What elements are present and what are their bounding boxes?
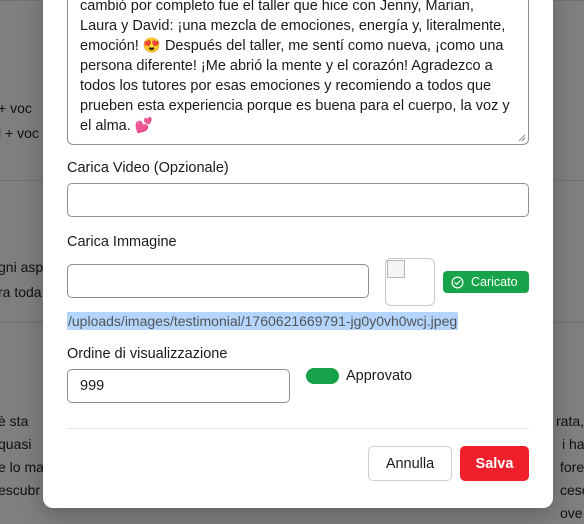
video-upload-field[interactable]: [67, 183, 529, 217]
testimonial-edit-modal: cambió por completo fue el taller que hi…: [43, 0, 553, 508]
image-upload-field[interactable]: [67, 264, 369, 298]
broken-image-icon: [387, 260, 405, 278]
image-preview: [385, 258, 435, 306]
image-path: /uploads/images/testimonial/176062166979…: [67, 312, 459, 330]
footer-divider: [67, 428, 529, 429]
image-upload-label: Carica Immagine: [67, 234, 177, 250]
display-order-label: Ordine di visualizzazione: [67, 346, 228, 362]
display-order-input[interactable]: 999: [67, 369, 290, 403]
video-upload-label: Carica Video (Opzionale): [67, 160, 229, 176]
save-button[interactable]: Salva: [460, 446, 529, 481]
testimonial-text: cambió por completo fue el taller que hi…: [80, 0, 510, 134]
approved-label: Approvato: [346, 368, 413, 384]
cancel-button[interactable]: Annulla: [368, 446, 452, 481]
upload-status-text: Caricato: [471, 275, 518, 289]
resize-handle-icon[interactable]: [518, 134, 526, 142]
testimonial-textarea[interactable]: cambió por completo fue el taller que hi…: [67, 0, 529, 145]
upload-status-badge: Caricato: [443, 271, 529, 293]
approved-toggle[interactable]: [306, 368, 339, 384]
check-circle-icon: [451, 276, 464, 288]
